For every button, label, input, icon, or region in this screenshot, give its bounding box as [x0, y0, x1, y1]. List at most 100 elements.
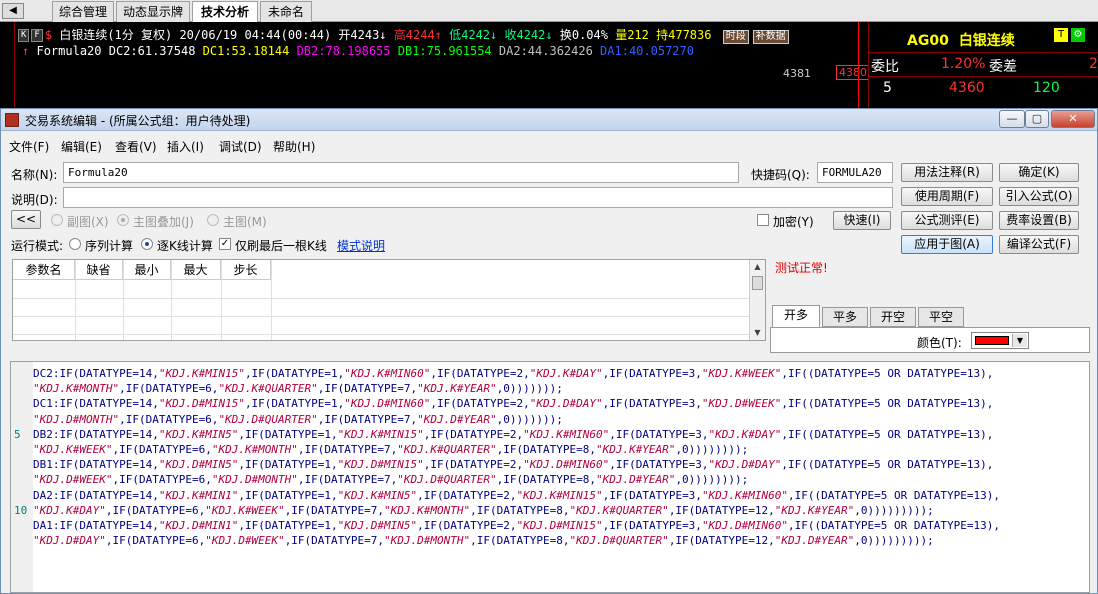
code-string: "KDJ.D#QUARTER" [569, 534, 669, 548]
radio-subgraph[interactable] [51, 214, 63, 226]
code-token: ,IF((DATATYPE=5 OR DATATYPE=13), [781, 367, 994, 380]
sequence-label: 序列计算 [85, 239, 134, 253]
mode-help-link[interactable]: 模式说明 [337, 237, 385, 254]
indicator-value: DB2:78.198655 [289, 44, 391, 58]
code-string: "KDJ.K#MIN15" [158, 367, 245, 380]
formula-source[interactable]: DC2:IF(DATATYPE=14,"KDJ.K#MIN15",IF(DATA… [33, 366, 1085, 548]
tab-open-long[interactable]: 开多 [772, 305, 820, 327]
color-select[interactable]: ▼ [971, 332, 1029, 349]
code-token: ,0))))))); [496, 412, 563, 426]
code-line: "KDJ.K#WEEK",IF(DATATYPE=6,"KDJ.K#MONTH"… [33, 442, 1085, 457]
t-badge[interactable]: T [1054, 28, 1068, 42]
menu-file[interactable]: 文件(F) [9, 138, 49, 155]
table-gridline [171, 260, 172, 340]
tab-close-short[interactable]: 平空 [918, 307, 964, 327]
collapse-button[interactable]: << [11, 210, 41, 229]
parameter-table[interactable]: 参数名 缺省 最小 最大 步长 ▲ ▼ [12, 259, 766, 341]
minimize-icon[interactable]: — [999, 110, 1025, 128]
code-token: ,0))))))); [496, 382, 563, 396]
price-axis-line [858, 22, 859, 112]
code-token: DB2:IF(DATATYPE=14, [33, 427, 159, 441]
name-input[interactable]: Formula20 [63, 162, 739, 183]
import-formula-button[interactable]: 引入公式(O) [999, 187, 1079, 206]
ok-button[interactable]: 确定(K) [999, 163, 1079, 182]
name-label: 名称(N): [11, 168, 58, 182]
menu-help[interactable]: 帮助(H) [273, 138, 315, 155]
compile-formula-button[interactable]: 编译公式(F) [999, 235, 1079, 254]
code-string: "KDJ.D#YEAR" [595, 473, 676, 487]
f-button[interactable]: F [31, 29, 43, 42]
code-token: ,IF((DATATYPE=5 OR DATATYPE=13), [781, 458, 994, 472]
shortcut-input[interactable]: FORMULA20 [817, 162, 893, 183]
code-line: "KDJ.D#MONTH",IF(DATATYPE=6,"KDJ.D#QUART… [33, 412, 1085, 427]
chevron-down-icon[interactable]: ▼ [1012, 334, 1027, 347]
tab-scroll-left-icon[interactable]: ◀ [2, 3, 24, 19]
code-string: "KDJ.D#MONTH" [384, 534, 471, 548]
formula-test-button[interactable]: 公式测评(E) [901, 211, 993, 230]
settings-icon[interactable]: ⚙ [1071, 28, 1085, 42]
app-icon [5, 113, 19, 127]
description-input[interactable] [63, 187, 893, 208]
chart-area[interactable]: K F $ 白银连续(1分 复权) 20/06/19 04:44(00:44) 开4… [0, 22, 870, 112]
encrypt-checkbox[interactable] [757, 214, 769, 226]
radio-sequence[interactable] [69, 238, 81, 250]
code-token: ,IF(DATATYPE=2, [423, 427, 524, 441]
code-string: "KDJ.D#MONTH" [211, 473, 298, 487]
code-token: ,IF(DATATYPE=2, [430, 397, 530, 411]
table-gridline [221, 260, 222, 340]
code-token: ,IF((DATATYPE=5 OR DATATYPE=13), [781, 427, 994, 441]
chart-high: 高4244↑ [393, 28, 442, 42]
code-line: DC1:IF(DATATYPE=14,"KDJ.D#MIN15",IF(DATA… [33, 396, 1085, 411]
code-line: "KDJ.D#DAY",IF(DATATYPE=6,"KDJ.D#WEEK",I… [33, 533, 1085, 548]
workspace-tabs: ◀ 综合管理 动态显示牌 技术分析 未命名 [0, 0, 1098, 22]
tab-dynamic-board[interactable]: 动态显示牌 [116, 1, 190, 22]
table-gridline [123, 260, 124, 340]
code-token: ,0))))))))); [854, 534, 934, 548]
code-string: "KDJ.D#YEAR" [417, 412, 497, 426]
code-string: "KDJ.K#WEEK" [701, 367, 782, 380]
usage-period-button[interactable]: 使用周期(F) [901, 187, 993, 206]
usage-notes-button[interactable]: 用法注释(R) [901, 163, 993, 182]
menu-debug[interactable]: 调试(D) [219, 138, 262, 155]
fee-settings-button[interactable]: 费率设置(B) [999, 211, 1079, 230]
param-header-step: 步长 [221, 260, 271, 280]
menu-edit[interactable]: 编辑(E) [61, 138, 102, 155]
k-button[interactable]: K [18, 29, 30, 42]
apply-to-chart-button[interactable]: 应用于图(A) [901, 235, 993, 254]
dialog-titlebar[interactable]: 交易系统编辑 - (所属公式组：用户待处理) — ▢ ✕ [1, 109, 1097, 131]
scroll-down-icon[interactable]: ▼ [750, 326, 765, 340]
tab-overview[interactable]: 综合管理 [52, 1, 114, 22]
table-scrollbar[interactable]: ▲ ▼ [749, 260, 765, 340]
code-string: "KDJ.D#WEEK" [33, 473, 113, 487]
close-icon[interactable]: ✕ [1051, 110, 1095, 128]
supplement-data-button[interactable]: 补数据 [752, 30, 789, 44]
code-line: "KDJ.K#DAY",IF(DATATYPE=6,"KDJ.K#WEEK",I… [33, 503, 1085, 518]
current-price-label: 4380 [836, 65, 870, 80]
scroll-up-icon[interactable]: ▲ [750, 260, 765, 274]
radio-main[interactable] [207, 214, 219, 226]
quick-button[interactable]: 快速(I) [833, 211, 891, 230]
code-token: ,IF(DATATYPE=6, [119, 412, 219, 426]
code-token: ,IF(DATATYPE=2, [430, 367, 530, 380]
color-label: 颜色(T): [917, 336, 962, 350]
code-editor[interactable]: 5 10 DC2:IF(DATATYPE=14,"KDJ.K#MIN15",IF… [10, 361, 1090, 593]
maximize-icon[interactable]: ▢ [1025, 110, 1049, 128]
indicator-value: DB1:75.961554 [390, 44, 492, 58]
code-string: "KDJ.K#WEEK" [205, 503, 285, 517]
only-last-checkbox[interactable]: ✓ [219, 238, 231, 250]
radio-overlay[interactable] [117, 214, 129, 226]
radio-per-kline[interactable] [141, 238, 153, 250]
tab-open-short[interactable]: 开空 [870, 307, 916, 327]
param-header-name: 参数名 [13, 260, 75, 280]
code-line: "KDJ.D#WEEK",IF(DATATYPE=6,"KDJ.D#MONTH"… [33, 472, 1085, 487]
period-button[interactable]: 时段 [722, 30, 749, 44]
menu-insert[interactable]: 插入(I) [167, 138, 204, 155]
code-string: "KDJ.D#MIN15" [158, 397, 245, 411]
scroll-thumb[interactable] [752, 276, 763, 290]
menu-view[interactable]: 查看(V) [115, 138, 157, 155]
tab-untitled[interactable]: 未命名 [260, 1, 312, 22]
order-level: 5 [883, 80, 892, 96]
tab-close-long[interactable]: 平多 [822, 307, 868, 327]
tab-technical-analysis[interactable]: 技术分析 [192, 1, 258, 22]
code-string: "KDJ.K#YEAR" [595, 443, 676, 457]
